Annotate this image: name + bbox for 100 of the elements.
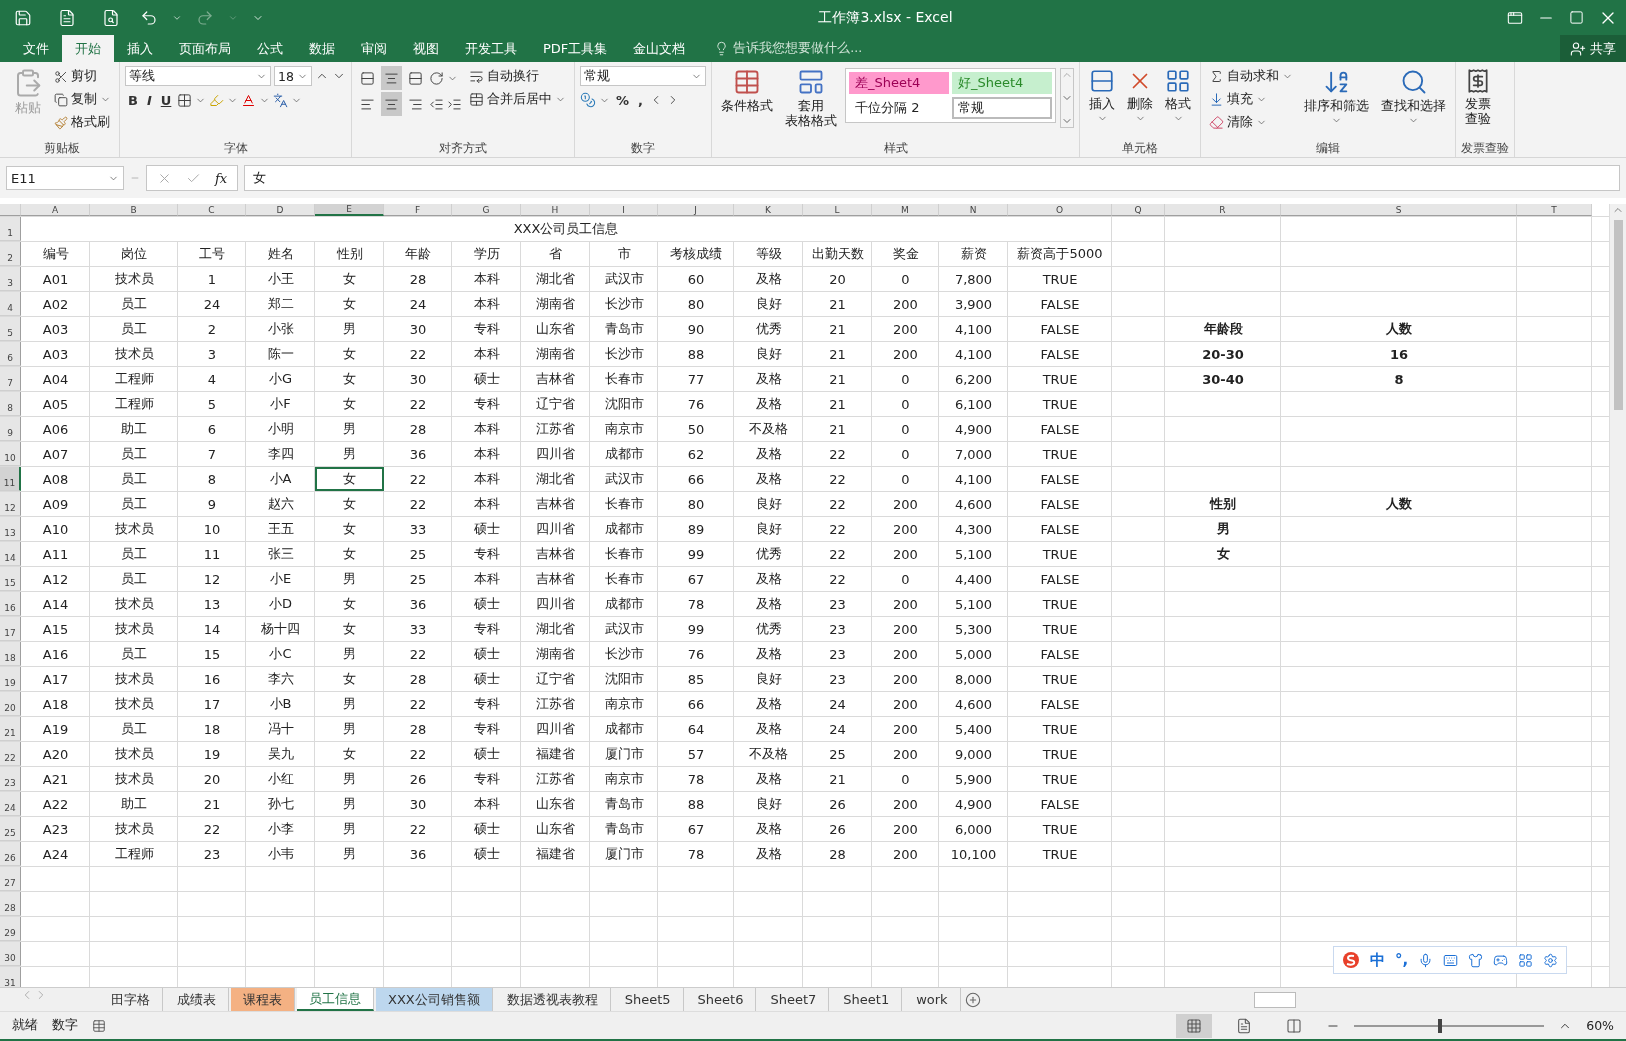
menu-tab[interactable]: 插入 — [114, 35, 166, 62]
currency-icon[interactable] — [580, 92, 596, 108]
row-heading[interactable]: 6 — [0, 342, 21, 366]
grid-icon[interactable] — [1518, 952, 1534, 968]
wrap-text-button[interactable]: 自动换行 — [466, 66, 569, 87]
user-icon[interactable] — [1570, 40, 1586, 57]
cell-style[interactable]: 常规 — [952, 97, 1052, 119]
punctuation-mode[interactable]: °, — [1395, 951, 1409, 969]
sheet-tab[interactable]: 课程表 — [231, 988, 295, 1011]
column-heading[interactable]: J — [658, 204, 734, 216]
row-heading[interactable]: 21 — [0, 717, 21, 741]
macro-icon[interactable] — [92, 1018, 106, 1033]
underline-button[interactable]: U — [157, 88, 175, 112]
comma-button[interactable]: , — [635, 88, 646, 112]
row-heading[interactable]: 31 — [0, 967, 21, 987]
menu-tab[interactable]: 开发工具 — [452, 35, 530, 62]
menu-tab[interactable]: PDF工具集 — [530, 35, 621, 62]
shirt-icon[interactable] — [1468, 952, 1484, 968]
menu-tab[interactable]: 开始 — [62, 35, 114, 62]
column-heading[interactable]: O — [1008, 204, 1112, 216]
format-painter-button[interactable]: 格式刷 — [51, 112, 114, 133]
eraser-icon[interactable] — [1209, 115, 1224, 130]
keyboard-icon[interactable] — [1443, 952, 1459, 968]
invoice-check-button[interactable]: 发票 查验 — [1461, 66, 1495, 128]
zoom-level[interactable]: 60% — [1586, 1018, 1614, 1033]
row-heading[interactable]: 26 — [0, 842, 21, 866]
maximize-icon[interactable] — [1569, 10, 1584, 25]
row-heading[interactable]: 30 — [0, 942, 21, 966]
delete-button[interactable]: 删除 — [1123, 66, 1157, 126]
view-icon[interactable] — [1286, 1017, 1303, 1034]
menu-tab[interactable]: 公式 — [244, 35, 296, 62]
menu-tab[interactable]: 文件 — [10, 35, 62, 62]
menu-tab[interactable]: 视图 — [400, 35, 452, 62]
row-heading[interactable]: 25 — [0, 817, 21, 841]
row-heading[interactable]: 19 — [0, 667, 21, 691]
insert-rows-icon[interactable] — [1089, 68, 1115, 94]
redo-icon[interactable] — [196, 8, 214, 27]
fill-color-icon[interactable] — [209, 92, 225, 108]
document-icon[interactable] — [58, 8, 76, 27]
row-heading[interactable]: 12 — [0, 492, 21, 516]
row-heading[interactable]: 20 — [0, 692, 21, 716]
orientation-icon[interactable] — [429, 70, 444, 86]
scissors-icon[interactable] — [54, 69, 68, 84]
copy-button[interactable]: 复制 — [51, 89, 114, 110]
column-heading[interactable]: F — [384, 204, 452, 216]
scrollbar-thumb[interactable] — [1613, 220, 1623, 410]
row-heading[interactable]: 17 — [0, 617, 21, 641]
menu-tab[interactable]: 数据 — [296, 35, 348, 62]
row-heading[interactable]: 22 — [0, 742, 21, 766]
italic-button[interactable]: I — [143, 88, 155, 112]
menu-tab[interactable]: 审阅 — [348, 35, 400, 62]
share-button[interactable]: 共享 — [1560, 35, 1626, 62]
receipt-icon[interactable] — [1465, 68, 1491, 94]
row-heading[interactable]: 7 — [0, 367, 21, 391]
column-heading[interactable]: S — [1281, 204, 1517, 216]
format-icon[interactable] — [1165, 68, 1191, 94]
row-heading[interactable]: 29 — [0, 917, 21, 941]
column-heading[interactable]: N — [939, 204, 1008, 216]
font-size-field[interactable]: 18 — [274, 66, 312, 86]
gamepad-icon[interactable] — [1493, 952, 1509, 968]
paintbrush-icon[interactable] — [54, 115, 68, 130]
row-heading[interactable]: 18 — [0, 642, 21, 666]
bold-button[interactable]: B — [125, 88, 141, 112]
name-box[interactable]: E11 — [6, 166, 124, 190]
insert-function-button[interactable]: fx — [215, 170, 228, 186]
print-preview-icon[interactable] — [102, 8, 120, 27]
wrap-icon[interactable] — [469, 69, 484, 84]
cut-button[interactable]: 剪切 — [51, 66, 114, 87]
row-heading[interactable]: 27 — [0, 867, 21, 891]
column-heading[interactable]: L — [803, 204, 872, 216]
autosum-button[interactable]: 自动求和 — [1206, 66, 1296, 87]
sort-filter-button[interactable]: 排序和筛选 — [1300, 66, 1373, 128]
row-heading[interactable]: 13 — [0, 517, 21, 541]
column-heading[interactable]: M — [872, 204, 939, 216]
border-icon[interactable] — [177, 92, 193, 108]
phonetic-icon[interactable] — [273, 92, 289, 108]
copy-icon[interactable] — [54, 92, 68, 107]
ime-logo-icon[interactable] — [1342, 951, 1360, 969]
column-heading[interactable]: K — [734, 204, 803, 216]
input-mode[interactable]: 中 — [1370, 950, 1385, 970]
row-heading[interactable]: 28 — [0, 892, 21, 916]
column-heading[interactable]: R — [1165, 204, 1281, 216]
conditional-formatting-button[interactable]: 条件格式 — [717, 66, 777, 115]
percent-button[interactable]: % — [613, 88, 633, 112]
menu-tab[interactable]: 页面布局 — [166, 35, 244, 62]
row-heading[interactable]: 15 — [0, 567, 21, 591]
row-heading[interactable]: 11 — [0, 467, 21, 491]
table-icon[interactable] — [733, 68, 761, 96]
fill-down-icon[interactable] — [1209, 92, 1224, 107]
column-heading[interactable]: I — [590, 204, 658, 216]
undo-icon[interactable] — [140, 8, 158, 27]
view-icon[interactable] — [1236, 1017, 1253, 1034]
tell-me-field[interactable]: 告诉我您想要做什么... — [733, 40, 863, 57]
sheet-tab[interactable]: 员工信息 — [297, 988, 374, 1011]
number-format-field[interactable]: 常规 — [580, 66, 706, 86]
row-heading[interactable]: 5 — [0, 317, 21, 341]
row-heading[interactable]: 9 — [0, 417, 21, 441]
merge-center-button[interactable]: 合并后居中 — [466, 89, 569, 110]
format-as-table-button[interactable]: 套用 表格格式 — [781, 66, 841, 130]
view-button[interactable] — [1176, 1013, 1213, 1038]
